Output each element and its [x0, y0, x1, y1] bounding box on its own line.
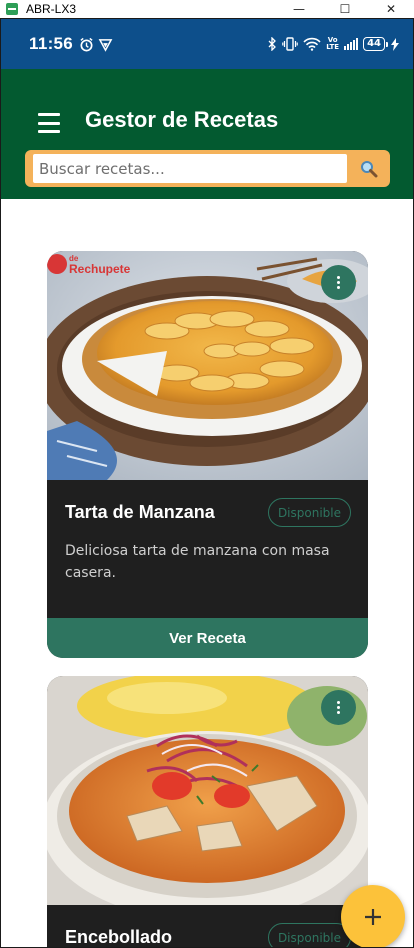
more-vert-icon	[337, 701, 340, 714]
recipe-image	[47, 676, 368, 905]
battery-icon: 44	[363, 37, 399, 51]
charging-icon	[391, 37, 399, 51]
more-options-button[interactable]	[321, 265, 356, 300]
battery-level: 44	[363, 37, 385, 51]
brand-name: Rechupete	[69, 262, 131, 276]
window-controls: — ☐ ✕	[276, 0, 414, 18]
apple-tart-image	[47, 251, 368, 480]
add-icon	[365, 909, 381, 925]
menu-icon[interactable]	[38, 113, 60, 133]
app-title: Gestor de Recetas	[85, 107, 279, 132]
wifi-icon	[303, 37, 321, 51]
search-bar	[25, 150, 390, 187]
app-window-icon	[6, 3, 18, 15]
more-vert-icon	[337, 276, 340, 289]
add-recipe-button[interactable]	[341, 885, 405, 947]
vpn-icon	[98, 38, 113, 52]
window-titlebar: ABR-LX3 — ☐ ✕	[0, 0, 414, 18]
recipe-title: Encebollado	[65, 927, 173, 947]
encebollado-image	[47, 676, 368, 905]
alarm-icon	[80, 37, 93, 51]
search-input[interactable]	[33, 154, 347, 183]
vibrate-icon	[282, 37, 299, 51]
phone-screen: 11:56 Vo LTE 44 Gestor de Recetas Buscar…	[0, 18, 414, 948]
network-type: Vo LTE	[326, 37, 339, 51]
recipe-title: Tarta de Manzana	[65, 502, 215, 522]
window-title: ABR-LX3	[26, 2, 77, 16]
minimize-button[interactable]: —	[276, 0, 322, 18]
recipe-list[interactable]: de Rechupete Tarta de Manzana Disponible…	[1, 199, 413, 947]
close-button[interactable]: ✕	[368, 0, 414, 18]
search-button[interactable]	[352, 154, 386, 183]
status-time: 11:56	[29, 34, 74, 53]
view-recipe-button[interactable]: Ver Receta	[47, 618, 368, 658]
recipe-card[interactable]: de Rechupete Tarta de Manzana Disponible…	[47, 251, 368, 658]
status-bar: 11:56 Vo LTE 44	[1, 19, 413, 69]
brand-logo: de Rechupete	[47, 253, 130, 275]
app-bar: Gestor de Recetas	[1, 69, 413, 199]
search-icon	[361, 160, 378, 177]
status-badge: Disponible	[267, 923, 351, 947]
recipe-image: de Rechupete	[47, 251, 368, 480]
status-badge: Disponible	[267, 498, 351, 527]
recipe-description: Deliciosa tarta de manzana con masa case…	[65, 543, 330, 581]
signal-icon	[344, 38, 359, 50]
network-label-bottom: LTE	[326, 43, 340, 51]
recipe-card[interactable]: Encebollado Disponible	[47, 676, 368, 947]
bluetooth-icon	[268, 37, 277, 51]
maximize-button[interactable]: ☐	[322, 0, 368, 18]
more-options-button[interactable]	[321, 690, 356, 725]
